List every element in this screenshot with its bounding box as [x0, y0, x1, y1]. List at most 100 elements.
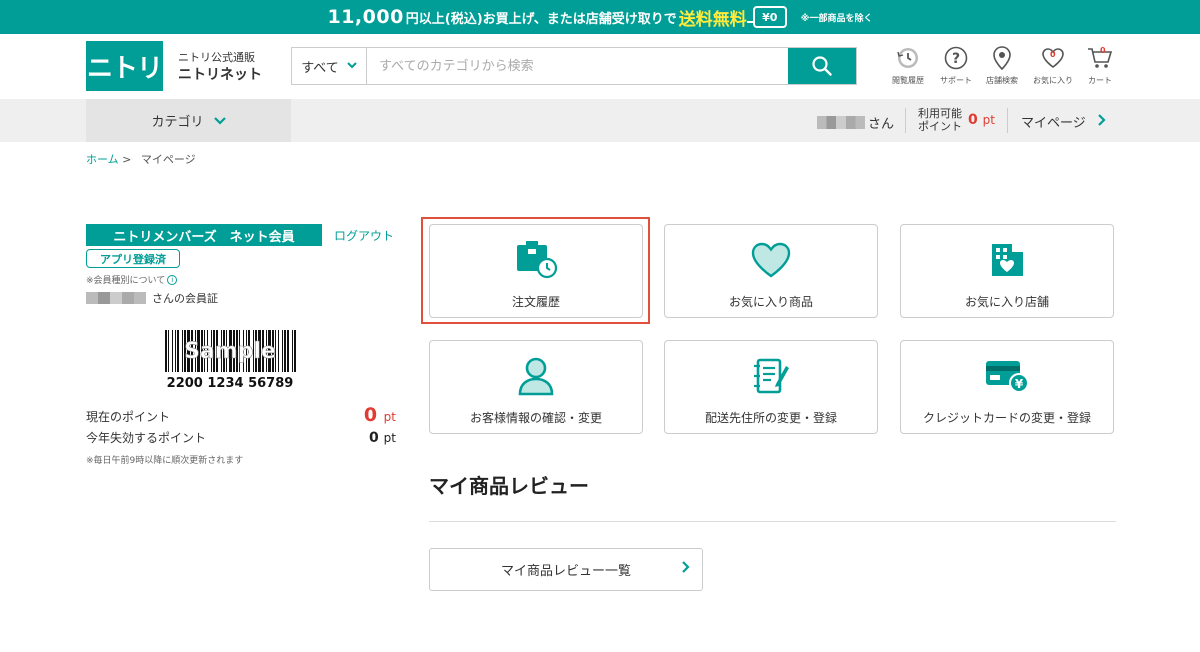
mypage-label: マイページ [1021, 116, 1086, 131]
search-button[interactable] [788, 48, 856, 84]
header-favorites-button[interactable]: 0 お気に入り [1031, 45, 1075, 86]
expiring-points-unit: pt [383, 431, 396, 445]
tile-customer-info[interactable]: お客様情報の確認・変更 [429, 340, 643, 434]
available-points-label-line1: 利用可能 [918, 107, 962, 120]
search-bar: すべて [291, 47, 857, 85]
review-section-title: マイ商品レビュー [429, 474, 589, 498]
truck-icon: ¥0 [746, 6, 787, 28]
promo-free-shipping: 送料無料 [678, 9, 747, 30]
selection-highlight [421, 217, 650, 324]
header-history-button[interactable]: 閲覧履歴 [886, 45, 930, 86]
address-edit-icon [751, 355, 791, 397]
redacted-username [817, 116, 865, 129]
member-barcode: Sample [165, 330, 296, 372]
search-scope-label: すべて [301, 60, 339, 76]
logout-link[interactable]: ログアウト [334, 227, 394, 244]
available-points-label: 利用可能 ポイント [918, 107, 962, 133]
logo-site-name: ニトリネット [178, 67, 262, 83]
logo-subtitle: ニトリ公式通販 [178, 51, 255, 64]
expiring-points-row: 今年失効するポイント 0 pt [86, 429, 396, 446]
redacted-username [86, 292, 146, 304]
chevron-right-icon [1097, 113, 1106, 130]
header-support-button[interactable]: ? サポート [934, 45, 978, 86]
tile-favorite-products[interactable]: お気に入り商品 [664, 224, 878, 318]
tile-label: クレジットカードの変更・登録 [922, 411, 1091, 425]
member-card-suffix: さんの会員証 [152, 292, 218, 305]
cart-icon: 0 [1087, 45, 1113, 71]
member-card-owner: さんの会員証 [86, 290, 218, 306]
info-icon: i [167, 274, 178, 285]
store-search-label: 店舗検索 [986, 76, 1018, 85]
cart-label: カート [1088, 76, 1112, 85]
chevron-down-icon [213, 114, 226, 128]
heart-icon [750, 239, 792, 281]
search-icon [812, 56, 832, 76]
breadcrumb: ホーム > マイページ [86, 151, 196, 167]
tile-label: お客様情報の確認・変更 [469, 411, 602, 425]
chevron-down-icon [347, 61, 357, 72]
tile-label: お気に入り商品 [728, 295, 813, 309]
person-icon [517, 355, 555, 397]
nav-bar: カテゴリ さん [0, 99, 1200, 142]
mypage-link[interactable]: マイページ [1021, 112, 1106, 131]
member-type-note: ※会員種別について [86, 276, 166, 286]
cart-count-badge: 0 [1100, 46, 1106, 55]
member-type-badge: ニトリメンバーズ ネット会員 [86, 224, 322, 246]
truck-label: ¥0 [762, 10, 778, 24]
breadcrumb-separator: > [122, 153, 132, 166]
nav-divider [905, 108, 906, 133]
nav-divider [1007, 108, 1008, 133]
user-greeting: さん [817, 113, 894, 132]
support-label: サポート [940, 76, 972, 85]
review-list-button[interactable]: マイ商品レビュー一覧 [429, 548, 703, 591]
tile-label: お気に入り店舗 [964, 295, 1049, 309]
points-update-note: ※毎日午前9時以降に順次更新されます [86, 456, 244, 466]
breadcrumb-home-link[interactable]: ホーム [86, 153, 119, 166]
promo-amount: 11,000 [327, 6, 404, 28]
search-input[interactable] [367, 48, 788, 84]
section-divider [429, 521, 1116, 522]
user-suffix: さん [868, 117, 895, 132]
promo-text: 円以上(税込)お買上げ、または店舗受け取りで [405, 11, 677, 27]
available-points-number: 0 [968, 112, 978, 128]
tile-favorite-stores[interactable]: お気に入り店舗 [900, 224, 1114, 318]
category-label: カテゴリ [151, 115, 204, 130]
tile-label: 配送先住所の変更・登録 [704, 411, 837, 425]
expiring-points-label: 今年失効するポイント [86, 431, 207, 445]
header-cart-button[interactable]: 0 カート [1078, 45, 1122, 86]
barcode-overlay-text: Sample [184, 339, 276, 364]
current-points-value: 0 pt [364, 404, 396, 426]
svg-text:?: ? [952, 51, 960, 67]
breadcrumb-current: マイページ [140, 153, 196, 166]
available-points-unit: pt [982, 113, 995, 127]
available-points-label-line2: ポイント [918, 120, 962, 133]
logo-text: ニトリ [86, 53, 163, 84]
nitori-logo[interactable]: ニトリ [86, 41, 163, 91]
app-registered-badge: アプリ登録済 [86, 249, 180, 268]
store-icon [987, 239, 1027, 281]
current-points-label: 現在のポイント [86, 410, 171, 424]
expiring-points-value: 0 pt [369, 430, 396, 446]
barcode-number: 2200 1234 56789 [166, 376, 294, 391]
credit-card-icon: ¥ [984, 355, 1030, 397]
tile-credit-card[interactable]: ¥ クレジットカードの変更・登録 [900, 340, 1114, 434]
member-type-note-link[interactable]: ※会員種別について i [86, 273, 178, 286]
header-store-search-button[interactable]: 店舗検索 [980, 45, 1024, 86]
tile-shipping-address[interactable]: 配送先住所の変更・登録 [664, 340, 878, 434]
search-scope-select[interactable]: すべて [292, 48, 367, 84]
review-list-label: マイ商品レビュー一覧 [500, 564, 631, 579]
current-points-unit: pt [383, 410, 396, 424]
current-points-number: 0 [363, 404, 378, 426]
history-label: 閲覧履歴 [892, 76, 924, 85]
favorites-label: お気に入り [1033, 76, 1073, 85]
help-icon: ? [944, 45, 968, 71]
category-menu-button[interactable]: カテゴリ [86, 99, 291, 142]
available-points-value: 0 pt [968, 112, 995, 128]
favorites-count-badge: 0 [1050, 50, 1056, 59]
svg-text:¥: ¥ [1015, 377, 1024, 391]
heart-icon: 0 [1041, 45, 1065, 71]
current-points-row: 現在のポイント 0 pt [86, 404, 396, 426]
location-pin-icon [992, 45, 1012, 71]
history-icon [896, 45, 920, 71]
promo-banner[interactable]: 11,000 円以上(税込)お買上げ、または店舗受け取りで 送料無料 ¥0 ※一… [0, 0, 1200, 34]
